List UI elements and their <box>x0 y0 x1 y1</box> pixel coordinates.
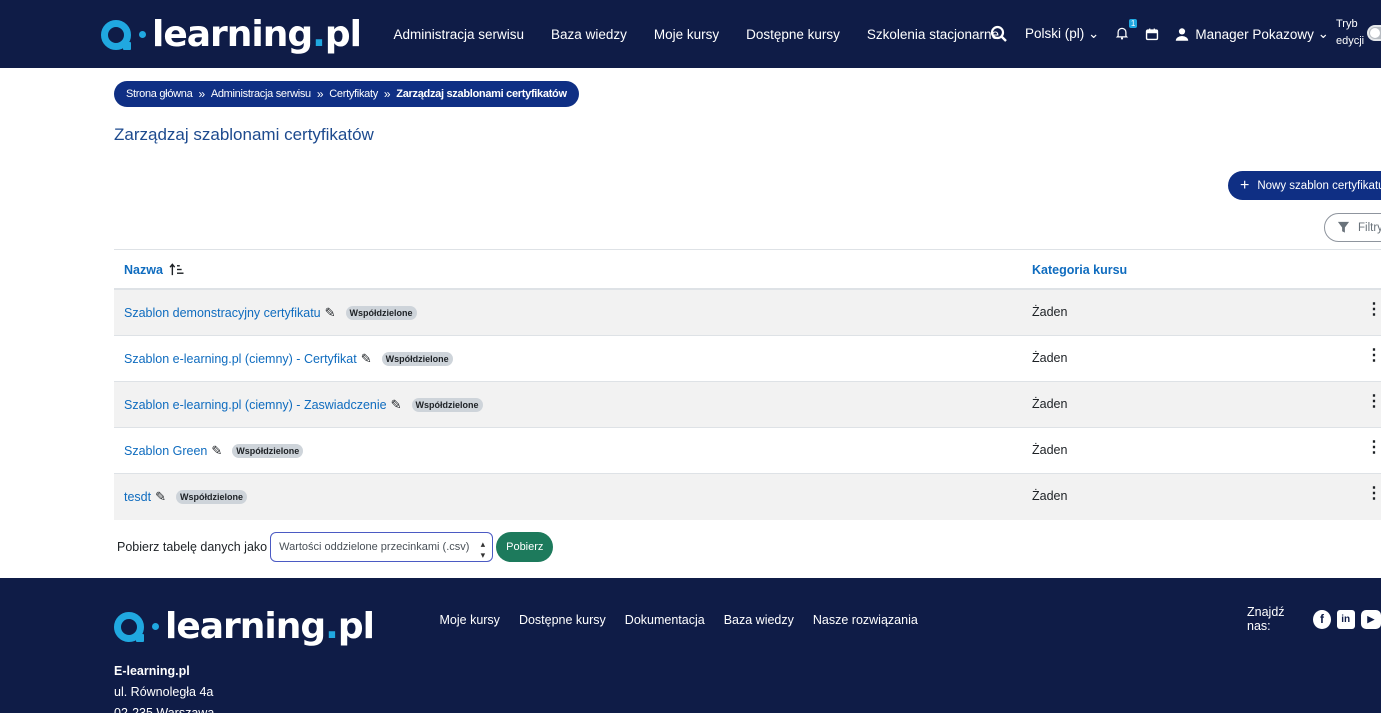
templates-table: Nazwa Kategoria kursu Szablon demonstrac… <box>114 249 1381 520</box>
notification-count: 1 <box>1128 18 1138 28</box>
filter-icon <box>1337 221 1350 233</box>
logo-mark <box>101 19 131 50</box>
logo-mark <box>114 611 144 642</box>
kebab-menu-icon[interactable]: ⋮ <box>1366 348 1381 364</box>
kebab-menu-icon[interactable]: ⋮ <box>1366 440 1381 456</box>
template-name-link[interactable]: Szablon Green <box>124 444 207 458</box>
search-icon[interactable] <box>990 25 1008 43</box>
language-menu[interactable]: Polski (pl) ⌄ <box>1025 26 1099 42</box>
category-cell: Żaden <box>1032 305 1068 319</box>
facebook-icon[interactable]: f <box>1313 609 1331 629</box>
table-row: Szablon e-learning.pl (ciemny) - Zaswiad… <box>114 382 1381 428</box>
download-format-select[interactable]: Wartości oddzielone przecinkami (.csv) <box>270 532 494 562</box>
footer-logo[interactable]: learning.pl <box>114 606 375 647</box>
top-navbar: learning.pl Administracja serwisu Baza w… <box>0 0 1381 68</box>
sort-ascending-icon <box>169 263 184 276</box>
template-name-link[interactable]: Szablon e-learning.pl (ciemny) - Certyfi… <box>124 352 357 366</box>
edit-mode-label: Tryb edycji <box>1336 18 1365 47</box>
nav-item-moje-kursy[interactable]: Moje kursy <box>654 27 719 42</box>
template-name-link[interactable]: Szablon e-learning.pl (ciemny) - Zaswiad… <box>124 398 387 412</box>
nav-item-administracja[interactable]: Administracja serwisu <box>394 27 525 42</box>
nav-item-baza-wiedzy[interactable]: Baza wiedzy <box>551 27 627 42</box>
shared-badge: Współdzielone <box>176 490 248 504</box>
plus-icon: + <box>1240 176 1250 194</box>
user-menu[interactable]: Manager Pokazowy ⌄ <box>1175 26 1329 42</box>
category-cell: Żaden <box>1032 397 1068 411</box>
shared-badge: Współdzielone <box>411 398 483 412</box>
notifications[interactable]: 1 <box>1115 18 1138 44</box>
pencil-icon[interactable]: ✎ <box>361 351 372 367</box>
user-icon <box>1176 27 1189 41</box>
footer-link-dostepne-kursy[interactable]: Dostępne kursy <box>519 613 606 627</box>
table-row: Szablon demonstracyjny certyfikatu ✎ Współ… <box>114 290 1381 336</box>
pencil-icon[interactable]: ✎ <box>391 397 402 413</box>
company-address: E-learning.pl ul. Równoległa 4a 02-235 W… <box>114 664 215 713</box>
edit-mode-toggle[interactable] <box>1367 25 1381 41</box>
footer-link-baza-wiedzy[interactable]: Baza wiedzy <box>724 613 794 627</box>
youtube-icon[interactable]: ▶ <box>1360 609 1381 629</box>
footer-link-rozwiazania[interactable]: Nasze rozwiązania <box>813 613 918 627</box>
footer: learning.pl Moje kursy Dostępne kursy Do… <box>0 578 1381 713</box>
new-template-button[interactable]: + Nowy szablon certyfikatu <box>1228 171 1381 200</box>
breadcrumb-home[interactable]: Strona główna <box>126 88 193 100</box>
breadcrumb-admin[interactable]: Administracja serwisu <box>211 88 311 100</box>
chevron-down-icon: ⌄ <box>1084 26 1100 41</box>
table-row: Szablon Green ✎ Współdzielone Żaden ⋮ <box>114 428 1381 474</box>
pencil-icon[interactable]: ✎ <box>155 489 166 505</box>
bell-icon <box>1116 27 1129 40</box>
calendar-icon[interactable] <box>1145 26 1159 42</box>
download-form: Pobierz tabelę danych jako Wartości oddz… <box>117 532 554 562</box>
page-title: Zarządzaj szablonami certyfikatów <box>114 125 374 144</box>
kebab-menu-icon[interactable]: ⋮ <box>1366 394 1381 410</box>
linkedin-icon[interactable]: in <box>1336 609 1355 629</box>
filter-button[interactable]: Filtry <box>1324 213 1381 242</box>
kebab-menu-icon[interactable]: ⋮ <box>1366 302 1381 318</box>
footer-link-moje-kursy[interactable]: Moje kursy <box>440 613 500 627</box>
sort-by-category[interactable]: Kategoria kursu <box>1032 263 1127 277</box>
download-button[interactable]: Pobierz <box>496 532 554 562</box>
nav-item-dostepne-kursy[interactable]: Dostępne kursy <box>746 27 840 42</box>
sort-by-name[interactable]: Nazwa <box>124 263 185 277</box>
main-menu: Administracja serwisu Baza wiedzy Moje k… <box>380 0 1013 68</box>
table-row: Szablon e-learning.pl (ciemny) - Certyfi… <box>114 336 1381 382</box>
chevron-down-icon: ⌄ <box>1313 26 1329 41</box>
footer-link-dokumentacja[interactable]: Dokumentacja <box>625 613 705 627</box>
breadcrumb-certificates[interactable]: Certyfikaty <box>329 88 378 100</box>
shared-badge: Współdzielone <box>232 444 304 458</box>
shared-badge: Współdzielone <box>345 306 417 320</box>
template-name-link[interactable]: Szablon demonstracyjny certyfikatu <box>124 306 321 320</box>
social-links: Znajdź nas: f in ▶ <box>1247 605 1381 633</box>
download-label: Pobierz tabelę danych jako <box>117 540 268 554</box>
category-cell: Żaden <box>1032 443 1068 457</box>
table-row: tesdt ✎ Współdzielone Żaden ⋮ <box>114 474 1381 520</box>
site-logo[interactable]: learning.pl <box>101 14 362 55</box>
breadcrumb: Strona główna » Administracja serwisu » … <box>114 81 579 107</box>
shared-badge: Współdzielone <box>381 352 453 366</box>
footer-links: Moje kursy Dostępne kursy Dokumentacja B… <box>430 613 927 627</box>
template-name-link[interactable]: tesdt <box>124 490 151 504</box>
table-header: Nazwa Kategoria kursu <box>114 249 1381 290</box>
kebab-menu-icon[interactable]: ⋮ <box>1366 486 1381 502</box>
pencil-icon[interactable]: ✎ <box>325 305 336 321</box>
nav-right: Polski (pl) ⌄ 1 Manager Pokazowy ⌄ <box>990 0 1329 68</box>
breadcrumb-current: Zarządzaj szablonami certyfikatów <box>396 88 567 100</box>
nav-item-szkolenia[interactable]: Szkolenia stacjonarne <box>867 27 999 42</box>
category-cell: Żaden <box>1032 351 1068 365</box>
category-cell: Żaden <box>1032 489 1068 503</box>
pencil-icon[interactable]: ✎ <box>211 443 222 459</box>
